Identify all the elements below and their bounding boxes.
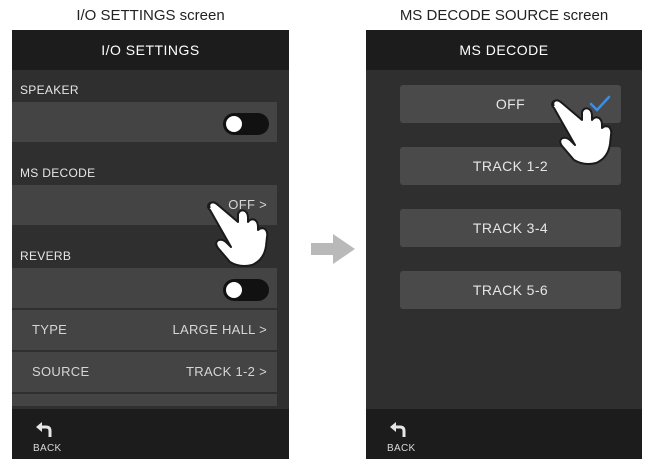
io-settings-title: I/O SETTINGS: [12, 30, 289, 70]
reverb-type-label: TYPE: [32, 322, 68, 337]
back-arrow-icon: [36, 422, 52, 437]
option-track-3-4-label: TRACK 3-4: [472, 220, 549, 236]
reverb-row: [12, 268, 277, 308]
ms-decode-section-label: MS DECODE: [20, 166, 96, 180]
reverb-source-label: SOURCE: [32, 364, 90, 379]
back-arrow-icon: [390, 422, 406, 437]
option-track-5-6[interactable]: TRACK 5-6: [400, 271, 621, 309]
toggle-knob: [226, 116, 242, 132]
reverb-type-row[interactable]: TYPE LARGE HALL >: [12, 310, 277, 350]
speaker-toggle[interactable]: [223, 113, 269, 135]
reverb-toggle[interactable]: [223, 279, 269, 301]
pointing-hand-icon: [551, 99, 613, 165]
reverb-type-value: LARGE HALL >: [172, 322, 267, 337]
right-screen-caption: MS DECODE SOURCE screen: [399, 7, 609, 24]
option-track-3-4[interactable]: TRACK 3-4: [400, 209, 621, 247]
back-label: BACK: [33, 443, 62, 454]
toggle-knob: [226, 282, 242, 298]
option-track-1-2-label: TRACK 1-2: [472, 158, 549, 174]
left-screen-caption: I/O SETTINGS screen: [76, 7, 225, 24]
back-button[interactable]: BACK: [30, 417, 70, 457]
io-settings-screen: I/O SETTINGS SPEAKER MS DECODE OFF > REV…: [12, 30, 289, 459]
reverb-source-value: TRACK 1-2 >: [186, 364, 267, 379]
back-label: BACK: [387, 443, 416, 454]
next-row-partial: [12, 394, 277, 406]
pointing-hand-icon: [207, 201, 269, 267]
speaker-section-label: SPEAKER: [20, 83, 79, 97]
reverb-source-row[interactable]: SOURCE TRACK 1-2 >: [12, 352, 277, 392]
ms-decode-screen: MS DECODE OFF TRACK 1-2 TRACK 3-4 TRACK …: [366, 30, 642, 459]
ms-decode-title: MS DECODE: [366, 30, 642, 70]
reverb-section-label: REVERB: [20, 249, 72, 263]
bottom-bar: BACK: [366, 409, 642, 459]
speaker-row: [12, 102, 277, 142]
option-off-label: OFF: [495, 96, 526, 112]
option-track-5-6-label: TRACK 5-6: [472, 282, 549, 298]
right-arrow-icon: [311, 234, 355, 264]
back-button[interactable]: BACK: [384, 417, 424, 457]
bottom-bar: BACK: [12, 409, 289, 459]
